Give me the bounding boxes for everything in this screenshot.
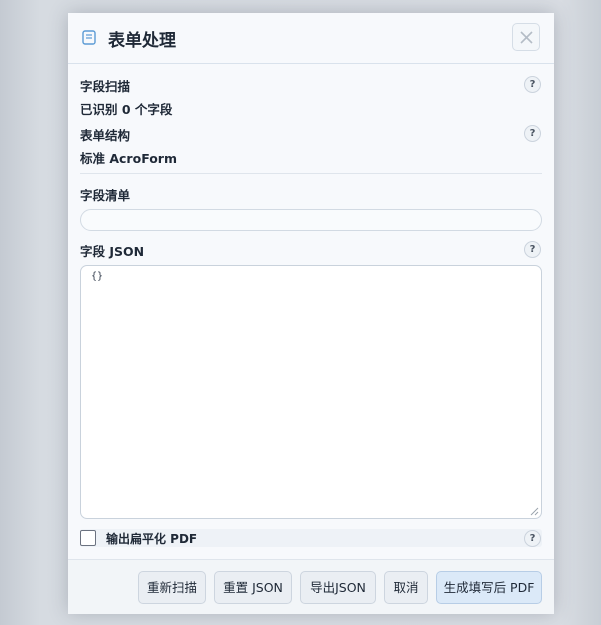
field-json-label: 字段 JSON: [80, 244, 145, 259]
cancel-button[interactable]: 取消: [384, 571, 428, 604]
field-scan-help-button[interactable]: ?: [524, 76, 541, 93]
form-processing-dialog: 表单处理 字段扫描 ? 已识别 0 个字段 表单结构 ? 标准 AcroForm…: [68, 13, 554, 614]
close-button[interactable]: [512, 23, 540, 51]
form-structure-value: 标准 AcroForm: [80, 151, 177, 166]
field-json-help-button[interactable]: ?: [524, 241, 541, 258]
form-structure-help-button[interactable]: ?: [524, 125, 541, 142]
field-scan-value: 已识别 0 个字段: [80, 102, 173, 117]
field-list-label: 字段清单: [80, 188, 131, 203]
form-structure-label: 表单结构: [80, 128, 131, 143]
flatten-label: 输出扁平化 PDF: [106, 532, 198, 546]
dialog-header: 表单处理: [68, 13, 554, 64]
generate-pdf-button[interactable]: 生成填写后 PDF: [436, 571, 542, 604]
rescan-button[interactable]: 重新扫描: [138, 571, 206, 604]
reset-json-button[interactable]: 重置 JSON: [214, 571, 292, 604]
field-json-content: {}: [91, 271, 104, 282]
export-json-button[interactable]: 导出JSON: [300, 571, 376, 604]
section-divider: [80, 173, 542, 174]
flatten-checkbox[interactable]: [80, 530, 96, 546]
field-list-select[interactable]: [80, 209, 542, 231]
field-json-textarea[interactable]: {}: [80, 265, 542, 519]
flatten-help-button[interactable]: ?: [524, 530, 541, 547]
field-scan-label: 字段扫描: [80, 79, 131, 94]
dialog-title: 表单处理: [108, 31, 176, 51]
dialog-footer: 重新扫描 重置 JSON 导出JSON 取消 生成填写后 PDF: [68, 559, 554, 614]
close-icon: [520, 31, 533, 44]
resize-handle-icon[interactable]: [530, 507, 539, 516]
form-icon: [82, 30, 96, 45]
